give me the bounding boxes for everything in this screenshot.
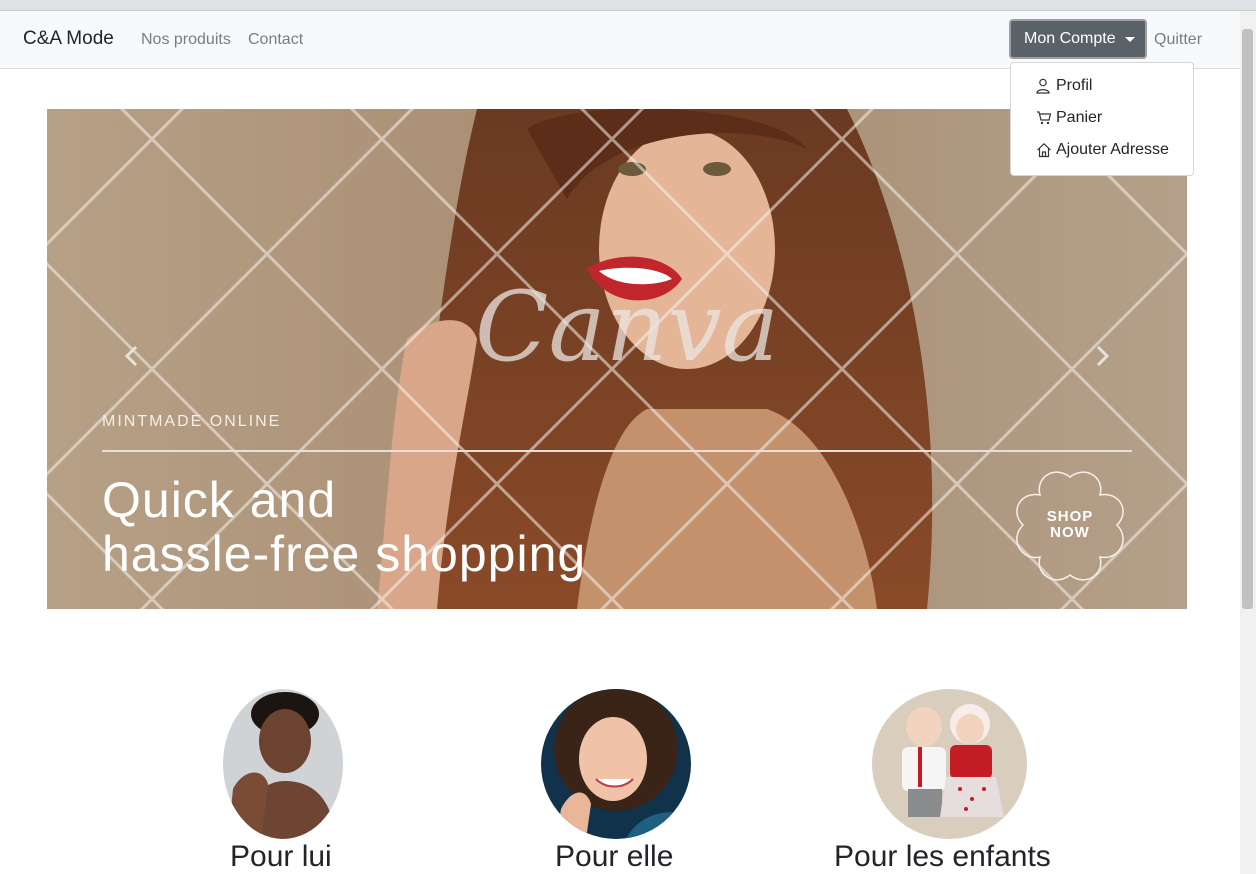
carousel-next-icon[interactable] [1087, 341, 1117, 371]
shop-now-badge[interactable]: SHOP NOW [1007, 469, 1133, 585]
category-label-pour-les-enfants[interactable]: Pour les enfants [834, 840, 1051, 874]
cart-icon [1037, 111, 1052, 125]
account-dropdown-button[interactable]: Mon Compte [1009, 19, 1147, 59]
shop-now-line1: SHOP [1046, 508, 1094, 525]
user-icon [1036, 78, 1050, 94]
canva-watermark: Canva [475, 271, 779, 383]
category-label-pour-lui[interactable]: Pour lui [230, 840, 332, 874]
caret-down-icon [1125, 37, 1135, 42]
hero-headline-line2: hassle-free shopping [102, 526, 587, 582]
brand-logo[interactable]: C&A Mode [23, 28, 114, 50]
hero-headline: Quick and hassle-free shopping [102, 473, 586, 581]
dropdown-item-label: Panier [1056, 109, 1103, 126]
hero-carousel: Canva MINTMADE ONLINE Quick and hassle-f… [47, 109, 1187, 609]
scrollbar-thumb[interactable] [1242, 29, 1253, 609]
carousel-prev-icon[interactable] [117, 341, 147, 371]
dropdown-item-label: Profil [1056, 77, 1093, 94]
avatar-pour-elle [541, 689, 691, 839]
category-pour-elle[interactable] [541, 689, 691, 839]
avatar-pour-les-enfants [872, 689, 1027, 839]
nav-link-quitter[interactable]: Quitter [1154, 31, 1202, 49]
nav-link-contact[interactable]: Contact [248, 31, 303, 49]
navbar: C&A Mode Nos produits Contact Mon Compte… [0, 11, 1240, 69]
category-pour-lui[interactable] [208, 689, 358, 839]
home-icon [1037, 142, 1051, 158]
category-pour-les-enfants[interactable] [827, 689, 1072, 839]
dropdown-item-label: Ajouter Adresse [1056, 141, 1169, 158]
account-button-label: Mon Compte [1024, 30, 1116, 47]
browser-top-strip [0, 0, 1256, 11]
account-dropdown-menu: Profil Panier Ajouter Adresse [1010, 62, 1194, 176]
page-scrollbar[interactable] [1240, 11, 1256, 874]
category-label-pour-elle[interactable]: Pour elle [555, 840, 673, 874]
hero-headline-line1: Quick and [102, 472, 337, 528]
hero-subtitle: MINTMADE ONLINE [102, 413, 282, 430]
hero-divider [102, 450, 1132, 452]
avatar-pour-lui [223, 689, 343, 839]
nav-link-produits[interactable]: Nos produits [141, 31, 231, 49]
shop-now-text: SHOP NOW [1007, 509, 1133, 541]
shop-now-line2: NOW [1050, 524, 1090, 541]
